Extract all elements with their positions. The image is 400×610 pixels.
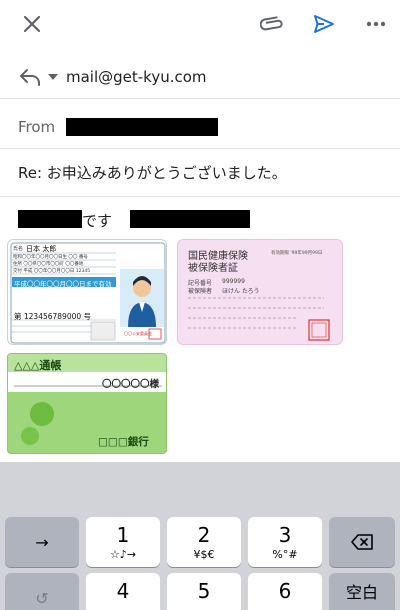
- key-sublabel: ¥$€: [193, 547, 215, 561]
- bankbook-image[interactable]: △△△通帳 〇〇〇〇〇様 □□□銀行: [7, 353, 167, 454]
- license-validity: 平成〇〇年〇〇月〇〇日まで有効: [14, 280, 112, 288]
- reply-icon[interactable]: [18, 66, 42, 92]
- arrow-right-icon: →: [35, 532, 49, 552]
- key-label: 6: [278, 579, 292, 603]
- divider: [0, 148, 400, 149]
- message-body[interactable]: です: [18, 208, 388, 230]
- insurance-insured-label: 被保険者: [188, 288, 213, 295]
- key-label: 5: [197, 579, 211, 603]
- key-space[interactable]: 空白: [329, 573, 395, 610]
- key-4[interactable]: 4: [86, 573, 160, 610]
- license-name-label: 氏名: [13, 246, 24, 252]
- redacted-name: [18, 210, 82, 228]
- backspace-icon: [351, 534, 373, 550]
- redacted-sender: [66, 118, 218, 136]
- key-label: 3: [278, 522, 292, 547]
- recipient-address: mail@get-kyu.com: [66, 68, 207, 86]
- key-1[interactable]: 1 ☆♪→: [86, 517, 160, 567]
- insurance-insured-value: ほけん たろう: [222, 288, 260, 295]
- license-row3: 住所 〇〇県〇〇市〇〇町 〇〇番地: [13, 262, 84, 267]
- health-insurance-card-image[interactable]: 国民健康保険 被保険者証 有効期限 '99年99月99日 記号番号 999999…: [177, 239, 343, 345]
- divider: [0, 196, 400, 197]
- more-horizontal-icon[interactable]: [362, 10, 390, 38]
- insurance-expiry: 有効期限 '99年99月99日: [271, 251, 323, 256]
- close-icon[interactable]: [18, 10, 46, 38]
- key-5[interactable]: 5: [167, 573, 241, 610]
- key-undo[interactable]: ↺: [5, 573, 79, 610]
- from-row[interactable]: From: [0, 108, 400, 146]
- license-number: 第 123456789000 号: [14, 312, 92, 321]
- insurance-title-line2: 被保険者証: [188, 263, 238, 274]
- license-authority: 〇〇公安委員会: [124, 331, 152, 336]
- key-label: 4: [116, 579, 130, 603]
- key-6[interactable]: 6: [248, 573, 322, 610]
- key-3[interactable]: 3 %°#: [248, 517, 322, 567]
- license-row2: 昭和〇〇年〇〇月〇〇日生 〇〇 番号: [13, 255, 88, 260]
- bankbook-bank-name: □□□銀行: [98, 436, 149, 448]
- numeric-keyboard: → 1 ☆♪→ 2 ¥$€ 3 %°# ↺ 4 5 6 空白: [0, 462, 400, 610]
- subject-field[interactable]: Re: お申込みありがとうございました。: [18, 162, 287, 183]
- bankbook-title: △△△通帳: [14, 359, 62, 372]
- bankbook-holder: 〇〇〇〇〇様: [102, 379, 160, 390]
- key-label: 1: [116, 522, 130, 547]
- insurance-symbol-value: 999999: [222, 278, 245, 285]
- key-label: 空白: [345, 583, 378, 602]
- divider: [0, 98, 400, 99]
- compose-toolbar: [0, 0, 400, 48]
- key-sublabel: ☆♪→: [109, 547, 137, 561]
- key-next[interactable]: →: [5, 517, 79, 567]
- key-2[interactable]: 2 ¥$€: [167, 517, 241, 567]
- chevron-down-icon[interactable]: [48, 74, 58, 80]
- key-sublabel: %°#: [272, 547, 298, 561]
- send-icon[interactable]: [310, 10, 338, 38]
- key-label: 2: [197, 522, 211, 547]
- drivers-license-image[interactable]: 氏名 日本 太郎 昭和〇〇年〇〇月〇〇日生 〇〇 番号 住所 〇〇県〇〇市〇〇町…: [7, 239, 167, 345]
- key-backspace[interactable]: [329, 517, 395, 567]
- license-name: 日本 太郎: [26, 245, 57, 253]
- license-row4: 交付 平成 〇〇年〇〇月〇〇日 12345: [13, 269, 91, 274]
- from-label: From: [18, 118, 56, 136]
- recipient-row[interactable]: mail@get-kyu.com: [0, 60, 400, 96]
- redacted-text: [130, 210, 250, 228]
- undo-icon: ↺: [35, 588, 49, 608]
- body-text: です: [82, 212, 113, 230]
- paperclip-icon[interactable]: [258, 10, 286, 38]
